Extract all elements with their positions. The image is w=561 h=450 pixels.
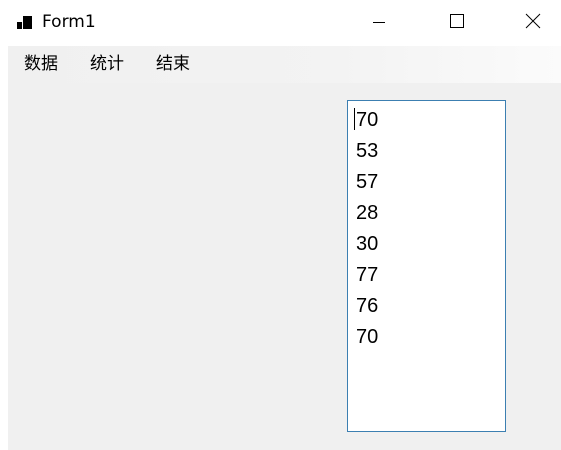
- maximize-icon: [449, 13, 465, 33]
- minimize-button[interactable]: [356, 0, 402, 46]
- title-bar[interactable]: Form1: [0, 0, 561, 46]
- list-item[interactable]: 76: [356, 291, 378, 322]
- list-item[interactable]: 70: [356, 322, 378, 353]
- list-item[interactable]: 57: [356, 167, 378, 198]
- form-app-icon: [17, 14, 33, 30]
- close-icon: [525, 13, 541, 33]
- menu-bar: 数据 统计 结束: [8, 46, 561, 83]
- list-item[interactable]: 70: [356, 105, 378, 136]
- maximize-button[interactable]: [434, 0, 480, 46]
- list-item[interactable]: 53: [356, 136, 378, 167]
- list-item[interactable]: 77: [356, 260, 378, 291]
- menu-item-exit[interactable]: 结束: [156, 46, 190, 83]
- minimize-icon: [372, 14, 386, 33]
- form1-window: Form1 数据 统计 结束 70 53 57 28 30 77 76 70: [0, 0, 561, 450]
- list-item[interactable]: 30: [356, 229, 378, 260]
- menu-item-statistics[interactable]: 统计: [90, 46, 124, 83]
- close-button[interactable]: [510, 0, 556, 46]
- text-caret: [354, 108, 355, 130]
- window-title: Form1: [42, 12, 96, 32]
- menu-item-data[interactable]: 数据: [24, 46, 58, 83]
- list-item[interactable]: 28: [356, 198, 378, 229]
- form-client-area: 70 53 57 28 30 77 76 70: [8, 83, 561, 450]
- numbers-listbox[interactable]: 70 53 57 28 30 77 76 70: [347, 100, 506, 432]
